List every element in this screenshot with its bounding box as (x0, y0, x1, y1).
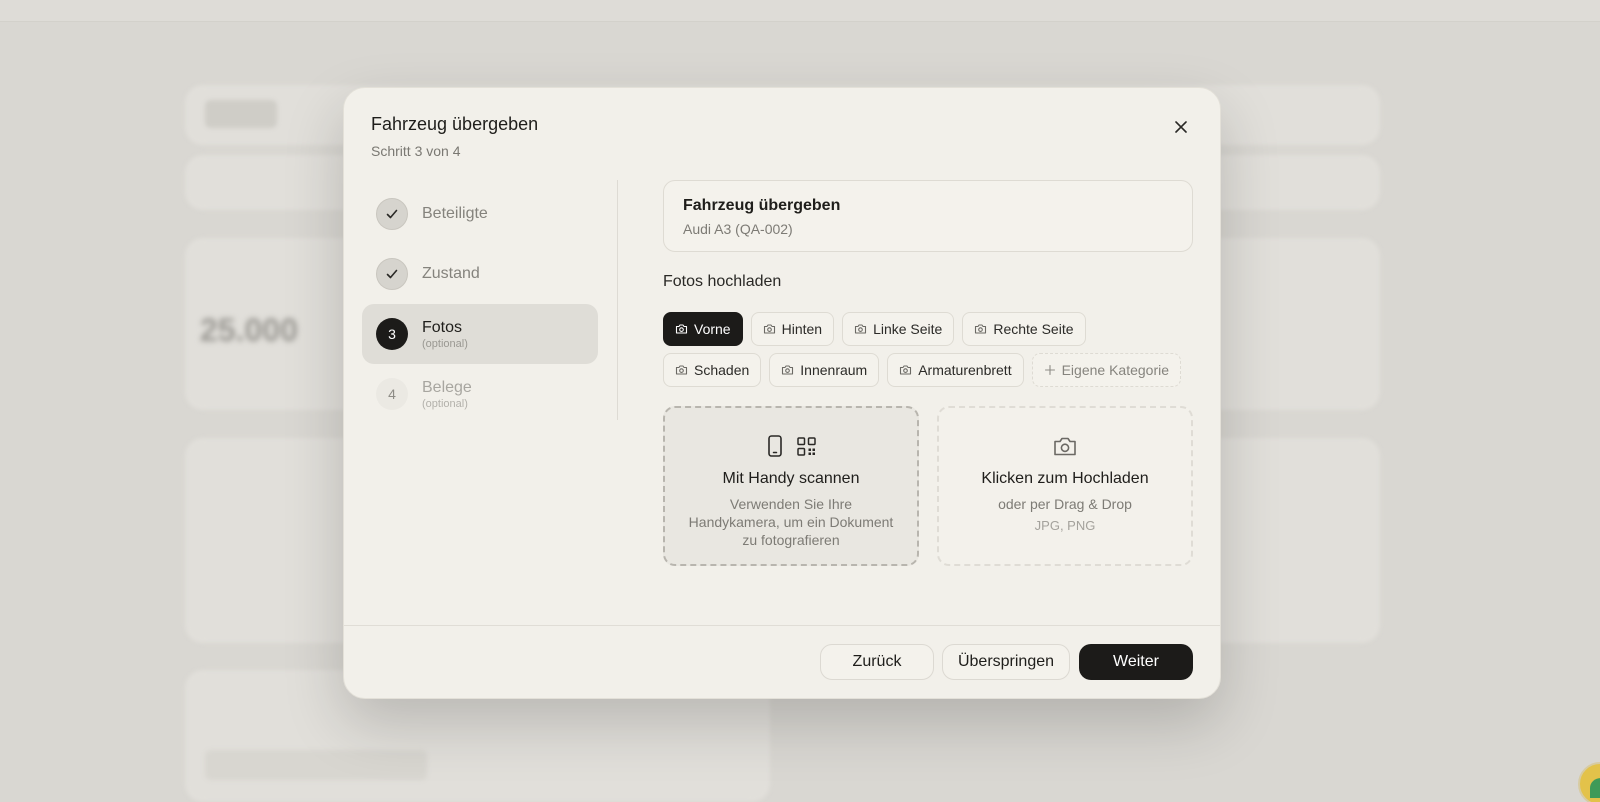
click-to-upload-dropzone[interactable]: Klicken zum Hochladen oder per Drag & Dr… (937, 406, 1193, 566)
photos-section-title: Fotos hochladen (663, 273, 782, 290)
camera-icon (975, 324, 987, 334)
chip-label: Innenraum (800, 362, 868, 378)
step-zustand[interactable]: Zustand (362, 244, 598, 304)
handover-modal: Fahrzeug übergeben Schritt 3 von 4 Betei… (343, 87, 1221, 699)
category-chip-rechte-seite[interactable]: Rechte Seite (962, 312, 1086, 346)
background-km-value: 25.000 (200, 312, 298, 348)
background-plate-chip (205, 100, 277, 128)
category-chip-innenraum[interactable]: Innenraum (769, 353, 880, 387)
category-chip-armaturenbrett[interactable]: Armaturenbrett (887, 353, 1024, 387)
step-content: Fahrzeug übergeben Audi A3 (QA-002) Foto… (663, 180, 1193, 566)
photo-category-chips: Vorne Hinten Linke Seite Rechte Seite Sc… (663, 312, 1193, 394)
camera-icon (763, 324, 775, 334)
plus-icon (1044, 364, 1055, 376)
modal-step-indicator: Schritt 3 von 4 (371, 143, 461, 159)
camera-icon (782, 365, 794, 375)
stepper-divider (617, 180, 618, 420)
phone-icon (767, 435, 782, 457)
chip-label: Rechte Seite (993, 321, 1074, 337)
chip-label: Hinten (781, 321, 823, 337)
chip-label: Eigene Kategorie (1061, 362, 1170, 378)
check-icon (386, 269, 398, 279)
close-icon (1175, 121, 1187, 133)
upload-formats: JPG, PNG (1034, 518, 1096, 533)
category-chip-vorne[interactable]: Vorne (663, 312, 743, 346)
scan-with-phone-button[interactable]: Mit Handy scannen Verwenden Sie Ihre Han… (663, 406, 919, 566)
footer-divider (344, 625, 1220, 626)
close-button[interactable] (1168, 114, 1194, 140)
step-optional-hint: (optional) (422, 397, 468, 410)
step-label: Beteiligte (422, 205, 488, 222)
camera-icon (675, 365, 688, 375)
upload-description: oder per Drag & Drop (998, 496, 1132, 512)
camera-icon (1054, 437, 1076, 456)
stepper: Beteiligte Zustand 3 Fotos (optional) 4 … (362, 184, 598, 424)
chip-label: Armaturenbrett (918, 362, 1012, 378)
qr-code-icon (796, 436, 816, 456)
vehicle-name: Audi A3 (QA-002) (683, 221, 793, 237)
step-label: Belege (422, 378, 472, 396)
step-done-badge (376, 258, 408, 290)
camera-icon (855, 324, 867, 334)
chip-label: Vorne (694, 321, 731, 337)
category-chip-schaden[interactable]: Schaden (663, 353, 762, 387)
add-custom-category-button[interactable]: Eigene Kategorie (1031, 353, 1182, 387)
background-filter-chip (205, 750, 427, 780)
modal-title: Fahrzeug übergeben (371, 114, 539, 134)
vehicle-info-card: Fahrzeug übergeben Audi A3 (QA-002) (663, 180, 1193, 252)
step-label: Zustand (422, 265, 480, 282)
step-fotos[interactable]: 3 Fotos (optional) (362, 304, 598, 364)
vehicle-action-title: Fahrzeug übergeben (683, 197, 841, 214)
assistant-avatar[interactable] (1578, 762, 1600, 802)
step-belege[interactable]: 4 Belege (optional) (362, 364, 598, 424)
background-topbar (0, 0, 1600, 22)
scan-title: Mit Handy scannen (722, 470, 860, 487)
step-done-badge (376, 198, 408, 230)
check-icon (386, 209, 398, 219)
scan-description: Verwenden Sie Ihre Handykamera, um ein D… (688, 496, 894, 548)
upload-title: Klicken zum Hochladen (981, 470, 1149, 487)
step-number-badge: 3 (376, 318, 408, 350)
back-button[interactable]: Zurück (820, 644, 934, 680)
next-button[interactable]: Weiter (1079, 644, 1193, 680)
step-number-badge: 4 (376, 378, 408, 410)
step-optional-hint: (optional) (422, 337, 468, 350)
category-chip-hinten[interactable]: Hinten (750, 312, 835, 346)
step-beteiligte[interactable]: Beteiligte (362, 184, 598, 244)
category-chip-linke-seite[interactable]: Linke Seite (842, 312, 955, 346)
chip-label: Schaden (694, 362, 750, 378)
chip-label: Linke Seite (873, 321, 943, 337)
camera-icon (900, 365, 912, 375)
skip-button[interactable]: Überspringen (942, 644, 1070, 680)
step-label: Fotos (422, 318, 463, 336)
camera-icon (675, 324, 688, 334)
upload-options: Mit Handy scannen Verwenden Sie Ihre Han… (663, 406, 1193, 566)
